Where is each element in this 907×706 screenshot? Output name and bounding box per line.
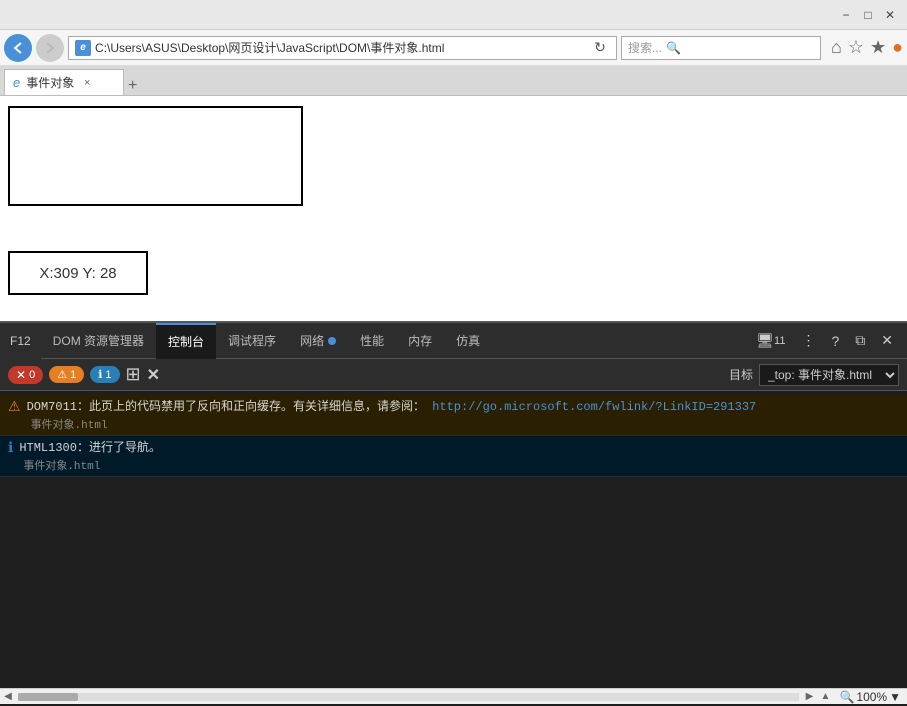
monitor-button[interactable]: 🖥 11 [750,330,791,351]
scroll-up-button[interactable]: ▲ [817,689,833,705]
active-tab[interactable]: e 事件对象 × [4,69,124,95]
network-dot [328,337,336,345]
zoom-area: 🔍 100% ▼ [833,690,907,704]
error-icon: ✕ [16,368,26,382]
content-area: X:309 Y: 28 [0,96,907,321]
search-placeholder: 搜索... [628,39,662,56]
devtools-toolbar: F12 DOM 资源管理器 控制台 调试程序 网络 性能 内存 仿真 🖥 11 [0,323,907,359]
tab-close-button[interactable]: × [80,76,94,90]
console-output[interactable]: ⚠ DOM7011：此页上的代码禁用了反向和正向缓存。有关详细信息，请参阅： h… [0,391,907,706]
warn-row-file[interactable]: 事件对象.html [31,420,108,432]
tab-dom[interactable]: DOM 资源管理器 [41,323,156,359]
tab-memory-label: 内存 [408,332,432,349]
info-count: 1 [105,369,111,381]
address-icon: e [75,40,91,56]
scroll-left-button[interactable]: ◀ [0,689,16,705]
info-filter-button[interactable]: ℹ 1 [90,366,119,383]
tab-debugger[interactable]: 调试程序 [216,323,288,359]
nav-bar: e C:\Users\ASUS\Desktop\网页设计\JavaScript\… [0,30,907,66]
error-filter-button[interactable]: ✕ 0 [8,366,43,384]
devtools-right-icons: 🖥 11 ⋮ ? ⧉ ✕ [750,330,907,351]
scroll-right-button[interactable]: ▶ [801,689,817,705]
forward-button[interactable] [36,34,64,62]
target-area: 目标 _top: 事件对象.html [729,364,899,386]
info-row-file[interactable]: 事件对象.html [23,461,100,473]
tab-emulation-label: 仿真 [456,332,480,349]
tab-console[interactable]: 控制台 [156,323,216,359]
maximize-button[interactable]: □ [859,6,877,24]
coord-display: X:309 Y: 28 [8,251,148,295]
monitor-icon: 🖥 [756,332,774,349]
tab-dom-label: DOM 资源管理器 [53,332,144,349]
tab-perf[interactable]: 性能 [348,323,396,359]
zoom-arrow: ▼ [889,690,901,704]
target-label: 目标 [729,366,753,383]
tab-console-label: 控制台 [168,333,204,350]
address-text: C:\Users\ASUS\Desktop\网页设计\JavaScript\DO… [95,39,590,56]
help-button[interactable]: ? [825,331,845,351]
warn-row-content: DOM7011：此页上的代码禁用了反向和正向缓存。有关详细信息，请参阅： htt… [27,398,757,432]
favorites-icon[interactable]: ☆ [848,37,864,58]
title-bar: − □ ✕ [0,0,907,30]
warn-icon: ⚠ [57,368,67,381]
user-icon[interactable]: ● [892,37,903,58]
close-button[interactable]: ✕ [881,6,899,24]
new-tab-button[interactable]: + [128,77,137,95]
warn-row-link[interactable]: http://go.microsoft.com/fwlink/?LinkID=2… [432,400,756,414]
address-bar[interactable]: e C:\Users\ASUS\Desktop\网页设计\JavaScript\… [68,36,617,60]
zoom-icon: 🔍 [839,690,854,704]
tools-icon[interactable]: ★ [870,37,886,58]
tab-debugger-label: 调试程序 [228,332,276,349]
tab-emulation[interactable]: 仿真 [444,323,492,359]
warn-row-icon: ⚠ [8,399,21,416]
scroll-thumb [18,693,78,701]
filter-button[interactable]: ⊞ [126,364,141,385]
toolbar-icons: ⌂ ☆ ★ ● [831,37,903,58]
console-row-dom7011: ⚠ DOM7011：此页上的代码禁用了反向和正向缓存。有关详细信息，请参阅： h… [0,395,907,436]
console-row-html1300: ℹ HTML1300：进行了导航。 事件对象.html [0,436,907,477]
status-bar: ◀ ▶ ▲ 🔍 100% ▼ [0,688,907,704]
info-row-text: HTML1300：进行了导航。 [19,441,161,455]
monitor-count: 11 [774,335,785,347]
home-icon[interactable]: ⌂ [831,37,842,58]
f12-button[interactable]: F12 [0,323,41,359]
error-count: 0 [29,369,35,381]
tab-bar: e 事件对象 × + [0,66,907,96]
devtools-panel: F12 DOM 资源管理器 控制台 调试程序 网络 性能 内存 仿真 🖥 11 [0,321,907,704]
devtools-close-button[interactable]: ✕ [875,330,899,351]
tab-memory[interactable]: 内存 [396,323,444,359]
tab-icon: e [13,75,20,90]
warn-count: 1 [70,369,76,381]
minimize-button[interactable]: − [837,6,855,24]
warn-filter-button[interactable]: ⚠ 1 [49,366,84,383]
tab-perf-label: 性能 [360,332,384,349]
target-select[interactable]: _top: 事件对象.html [759,364,899,386]
info-row-content: HTML1300：进行了导航。 事件对象.html [19,439,161,473]
console-toolbar: ✕ 0 ⚠ 1 ℹ 1 ⊞ ✕ 目标 _top: 事件对象.html [0,359,907,391]
coord-text: X:309 Y: 28 [39,265,116,282]
undock-button[interactable]: ⧉ [849,330,871,351]
tab-network-label: 网络 [300,332,324,349]
search-icon: 🔍 [666,41,681,55]
mouse-tracking-box[interactable] [8,106,303,206]
dots-button[interactable]: ⋮ [795,330,821,351]
zoom-level: 100% [856,690,887,704]
search-bar[interactable]: 搜索... 🔍 [621,36,821,60]
scroll-track[interactable] [18,693,799,701]
back-button[interactable] [4,34,32,62]
warn-row-text: DOM7011：此页上的代码禁用了反向和正向缓存。有关详细信息，请参阅： [27,400,425,414]
info-icon: ℹ [98,368,102,381]
tab-label: 事件对象 [26,74,74,91]
info-row-icon: ℹ [8,440,13,457]
reload-button[interactable]: ↻ [590,38,610,58]
clear-button[interactable]: ✕ [147,365,160,385]
tab-network[interactable]: 网络 [288,323,348,359]
